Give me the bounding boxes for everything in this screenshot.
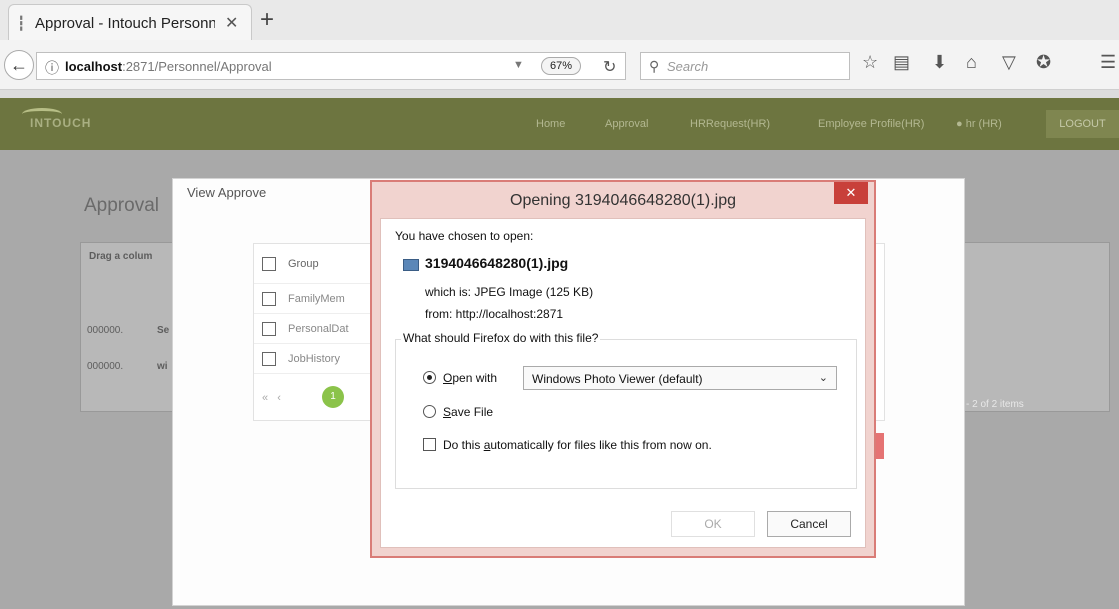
page-favicon-icon: ┇: [17, 15, 26, 31]
row-id: 000000.: [87, 361, 124, 372]
zoom-level[interactable]: 67%: [541, 57, 582, 75]
logout-button[interactable]: LOGOUT: [1046, 110, 1119, 138]
search-input[interactable]: ⚲ Search: [640, 52, 850, 80]
url-text: localhost:2871/Personnel/Approval: [65, 59, 272, 74]
url-bar[interactable]: ⓘ localhost:2871/Personnel/Approval ▼ 67…: [36, 52, 626, 80]
page-title: Approval: [84, 195, 159, 216]
browser-toolbar: ← ⓘ localhost:2871/Personnel/Approval ▼ …: [0, 40, 1119, 90]
browser-tab-bar: ┇ Approval - Intouch Personn ✕ +: [0, 0, 1119, 40]
auto-label[interactable]: Do this automatically for files like thi…: [443, 438, 712, 452]
group-cell: FamilyMem: [288, 293, 345, 305]
browser-tab[interactable]: ┇ Approval - Intouch Personn ✕: [8, 4, 252, 40]
file-source: from: http://localhost:2871: [425, 307, 564, 321]
url-host: localhost: [65, 59, 123, 74]
close-icon[interactable]: ✕: [834, 182, 868, 204]
search-placeholder: Search: [667, 59, 709, 74]
back-arrow-icon[interactable]: ←: [4, 50, 34, 80]
chevron-down-icon: ⌄: [818, 372, 828, 384]
page-number-button[interactable]: 1: [322, 386, 344, 408]
close-tab-icon[interactable]: ✕: [225, 13, 238, 33]
open-with-accesskey: O: [443, 371, 453, 385]
site-logo[interactable]: INTOUCH: [30, 116, 91, 130]
extension-icon[interactable]: ✪: [1036, 52, 1051, 73]
select-all-checkbox[interactable]: [262, 257, 276, 271]
dialog-title: Opening 3194046648280(1).jpg: [510, 192, 736, 209]
file-type: which is: JPEG Image (125 KB): [425, 285, 594, 299]
row-checkbox[interactable]: [262, 352, 276, 366]
auto-text-rest: utomatically for files like this from no…: [490, 438, 712, 452]
row-checkbox[interactable]: [262, 322, 276, 336]
user-icon: ●: [956, 118, 963, 130]
menu-icon[interactable]: ☰: [1100, 52, 1116, 73]
application-selected: Windows Photo Viewer (default): [532, 372, 703, 386]
row-checkbox[interactable]: [262, 292, 276, 306]
auto-checkbox[interactable]: [423, 438, 436, 451]
action-button-edge[interactable]: [876, 433, 884, 459]
url-path: :2871/Personnel/Approval: [122, 59, 272, 74]
image-file-icon: [403, 259, 419, 271]
application-select[interactable]: Windows Photo Viewer (default) ⌄: [523, 366, 837, 390]
save-file-label[interactable]: Save File: [443, 405, 493, 419]
url-dropdown-icon[interactable]: ▼: [513, 59, 524, 71]
group-cell: PersonalDat: [288, 323, 349, 335]
file-name: 3194046648280(1).jpg: [425, 255, 569, 271]
nav-approval[interactable]: Approval: [605, 118, 648, 130]
open-with-text: pen with: [452, 371, 498, 385]
drag-hint: Drag a colum: [89, 251, 153, 262]
chosen-label: You have chosen to open:: [395, 229, 534, 243]
group-cell: JobHistory: [288, 353, 340, 365]
nav-employee-profile[interactable]: Employee Profile(HR): [818, 118, 924, 130]
row-id: 000000.: [87, 325, 124, 336]
reading-list-icon[interactable]: ▤: [893, 52, 910, 73]
pager-prev-icon[interactable]: « ‹: [262, 392, 281, 404]
nav-home[interactable]: Home: [536, 118, 565, 130]
bookmark-star-icon[interactable]: ☆: [862, 52, 878, 73]
reload-icon[interactable]: ↻: [603, 57, 616, 77]
info-icon[interactable]: ⓘ: [45, 58, 59, 78]
file-open-dialog: Opening 3194046648280(1).jpg ✕ You have …: [370, 180, 876, 558]
new-tab-icon[interactable]: +: [260, 6, 274, 34]
cancel-button[interactable]: Cancel: [767, 511, 851, 537]
ok-button[interactable]: OK: [671, 511, 755, 537]
save-file-radio[interactable]: [423, 405, 436, 418]
nav-user[interactable]: ● hr (HR): [956, 118, 1002, 130]
dialog-title: View Approve: [187, 185, 267, 200]
auto-text-pre: Do this: [443, 438, 484, 452]
row-short: Se: [157, 325, 170, 336]
pocket-icon[interactable]: ▽: [1002, 52, 1016, 73]
nav-user-label: hr (HR): [962, 118, 1002, 130]
column-header-group: Group: [288, 258, 319, 270]
table-row[interactable]: FamilyMem: [254, 284, 374, 314]
table-header: Group: [254, 244, 374, 284]
save-accesskey: S: [443, 405, 452, 419]
download-icon[interactable]: ⬇: [932, 52, 947, 73]
tab-title: Approval - Intouch Personn: [35, 15, 215, 32]
action-question: What should Firefox do with this file?: [401, 331, 601, 345]
search-icon: ⚲: [649, 58, 660, 74]
site-navbar: INTOUCH Home Approval HRRequest(HR) Empl…: [0, 98, 1119, 150]
dialog-body: You have chosen to open: 3194046648280(1…: [380, 218, 866, 548]
open-with-label[interactable]: Open with: [443, 371, 497, 385]
save-text: ave File: [451, 405, 494, 419]
table-row[interactable]: PersonalDat: [254, 314, 374, 344]
row-short: wi: [157, 361, 168, 372]
open-with-radio[interactable]: [423, 371, 436, 384]
home-icon[interactable]: ⌂: [966, 52, 977, 73]
table-row[interactable]: JobHistory: [254, 344, 374, 374]
nav-hrrequest[interactable]: HRRequest(HR): [690, 118, 770, 130]
items-info: - 2 of 2 items: [966, 399, 1024, 410]
